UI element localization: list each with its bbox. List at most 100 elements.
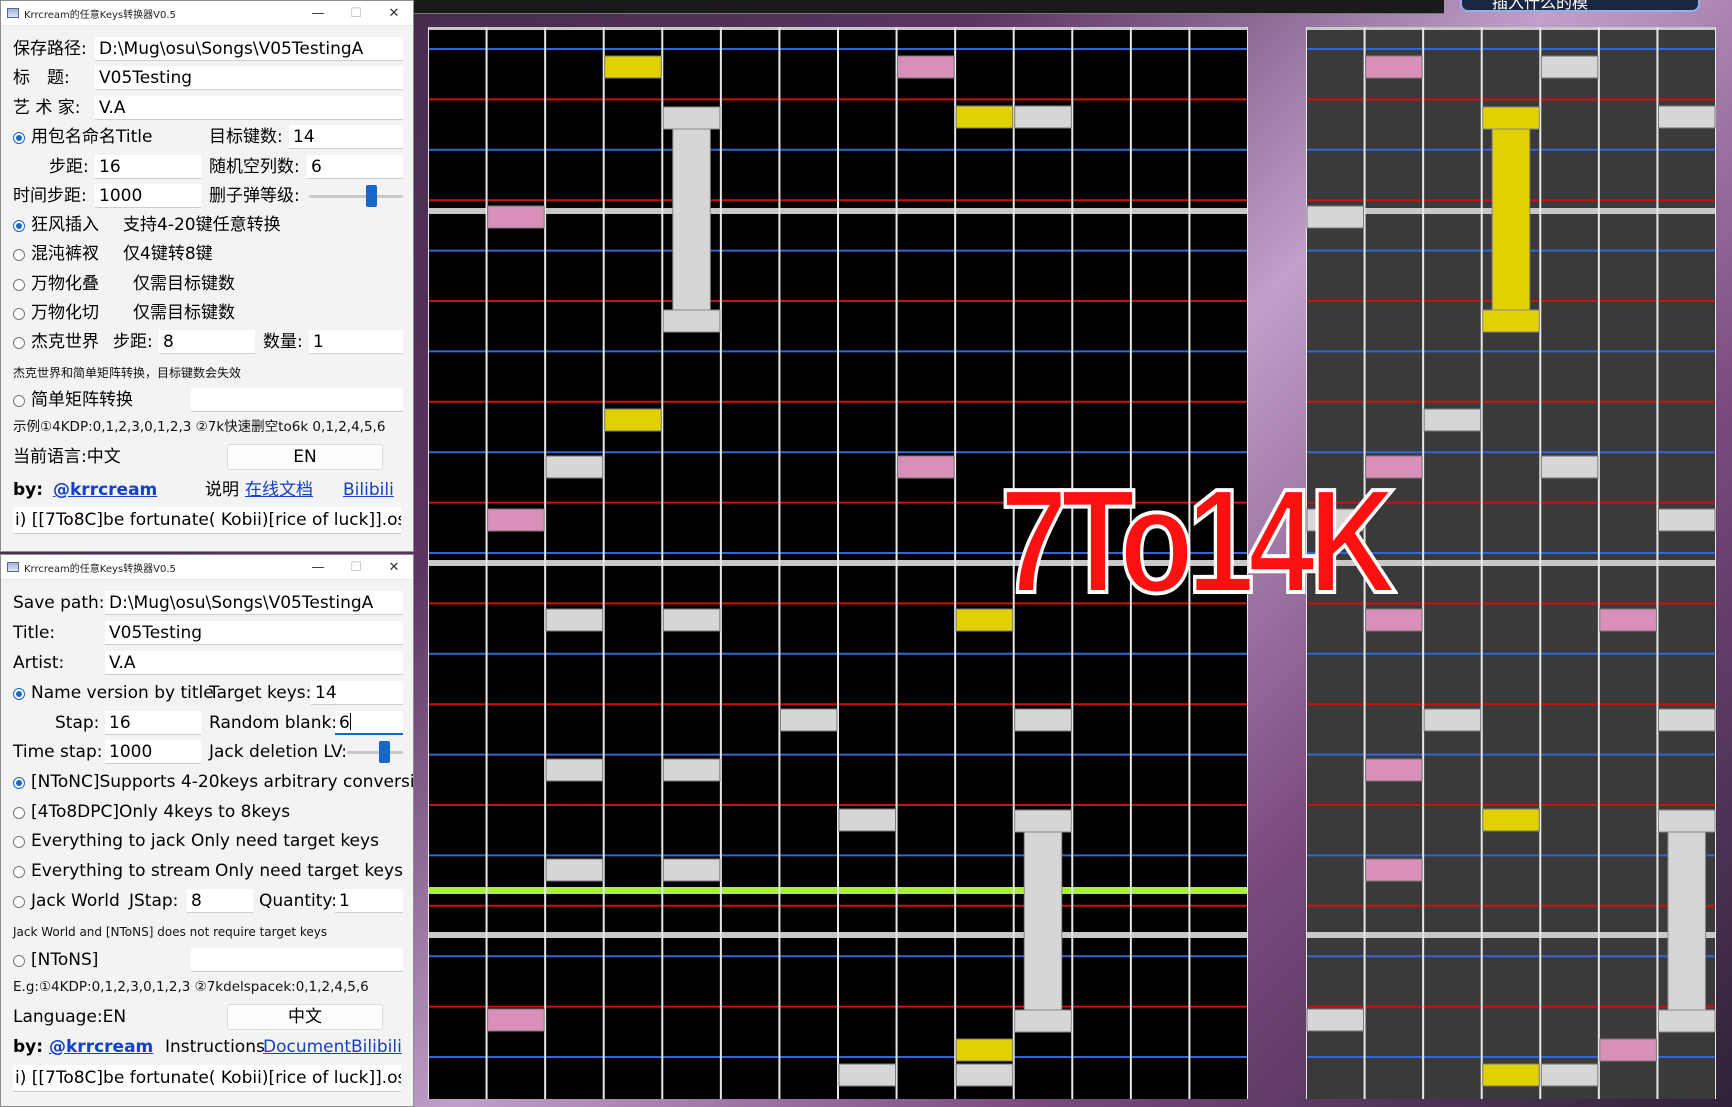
file-name-field[interactable]: i) [[7To8C]be fortunate( Kobii)[rice of … (13, 1065, 401, 1092)
slider-thumb[interactable] (366, 185, 378, 207)
titlebar[interactable]: Krrcream的任意Keys转换器V0.5 — ☐ ✕ (1, 555, 413, 580)
ntons-input[interactable] (191, 948, 403, 972)
by-label: by: (13, 1037, 44, 1057)
hold-note-head (1482, 106, 1540, 130)
step-input[interactable]: 16 (95, 155, 201, 179)
author-link[interactable]: @krrcream (53, 477, 157, 504)
jack-delete-slider[interactable] (309, 183, 403, 210)
file-name-field[interactable]: i) [[7To8C]be fortunate( Kobii)[rice of … (13, 507, 401, 534)
app-icon (7, 562, 19, 572)
note (1365, 758, 1423, 782)
note (1014, 105, 1072, 129)
jstep-label: 步距: (113, 332, 153, 352)
title-input[interactable]: V05Testing (105, 621, 403, 645)
bilibili-link[interactable]: Bilibili (343, 477, 394, 504)
minimize-button[interactable]: — (299, 560, 337, 575)
language-toggle-button[interactable]: EN (227, 444, 383, 470)
save-path-input[interactable]: D:\Mug\osu\Songs\V05TestingA (95, 37, 403, 61)
mode-stream-radio[interactable] (13, 866, 25, 878)
quantity-input[interactable]: 1 (335, 889, 403, 913)
minimize-button[interactable]: — (299, 6, 337, 21)
maximize-button[interactable]: ☐ (337, 6, 375, 21)
time-step-label: 时间步距: (13, 186, 87, 206)
note (1482, 1063, 1540, 1087)
step-label: 步距: (49, 157, 89, 177)
close-button[interactable]: ✕ (375, 6, 413, 21)
name-by-title-label: Name version by title (31, 683, 214, 703)
language-label: 当前语言:中文 (13, 447, 121, 467)
quantity-label: Quantity: (259, 891, 337, 911)
mode-jack-desc: Only need target keys (191, 831, 379, 851)
artist-input[interactable]: V.A (95, 96, 403, 120)
mode-4to8-radio[interactable] (13, 807, 25, 819)
note (1365, 858, 1423, 882)
random-blank-label: Random blank: (209, 713, 338, 733)
mode-stream-label: 万物化切 (31, 303, 99, 323)
target-keys-input[interactable]: 14 (289, 125, 403, 149)
maximize-button[interactable]: ☐ (337, 560, 375, 575)
jstep-input[interactable]: 8 (187, 889, 253, 913)
mode-ntonc-label: [NToNC]Supports 4-20keys arbitrary conve… (31, 772, 414, 792)
hold-note-body (1491, 116, 1531, 321)
note (604, 55, 662, 79)
jack-world-label: Jack World (31, 891, 120, 911)
jack-world-radio[interactable] (13, 896, 25, 908)
ntons-radio[interactable] (13, 395, 25, 407)
note (1423, 708, 1482, 732)
jack-delete-label: Jack deletion LV: (209, 742, 348, 762)
title-label: 标 题: (13, 68, 70, 88)
mode-jack-radio[interactable] (13, 836, 25, 848)
step-input[interactable]: 16 (105, 711, 201, 735)
hold-note-tail (1657, 1009, 1716, 1033)
doc-link[interactable]: Document (263, 1034, 351, 1061)
note (604, 408, 662, 432)
jack-world-radio[interactable] (13, 337, 25, 349)
jack-world-note: 杰克世界和简单矩阵转换，目标键数会失效 (13, 366, 242, 380)
measure-line (1306, 27, 1716, 30)
mode-jack-label: 万物化叠 (31, 274, 99, 294)
ntons-input[interactable] (191, 388, 403, 412)
artist-label: 艺 术 家: (13, 98, 81, 118)
mode-4to8-radio[interactable] (13, 249, 25, 261)
bilibili-link[interactable]: Bilibili (351, 1034, 402, 1061)
language-toggle-button[interactable]: 中文 (227, 1004, 383, 1030)
author-link[interactable]: @krrcream (49, 1034, 153, 1061)
mode-ntonc-radio[interactable] (13, 220, 25, 232)
target-keys-label: 目标键数: (209, 127, 283, 147)
artist-input[interactable]: V.A (105, 651, 403, 675)
converter-window-english: Krrcream的任意Keys转换器V0.5 — ☐ ✕ Save path: … (0, 554, 414, 1107)
note (1014, 708, 1072, 732)
mode-4to8-label: 混沌裤衩 (31, 244, 99, 264)
mode-stream-radio[interactable] (13, 308, 25, 320)
title-input[interactable]: V05Testing (95, 66, 403, 90)
random-blank-input[interactable]: 6 (335, 711, 403, 735)
ntons-radio[interactable] (13, 955, 25, 967)
mode-jack-radio[interactable] (13, 279, 25, 291)
measure-line (1306, 932, 1716, 938)
note (1657, 708, 1716, 732)
time-step-input[interactable]: 1000 (105, 740, 201, 764)
close-button[interactable]: ✕ (375, 560, 413, 575)
doc-link[interactable]: 在线文档 (245, 477, 313, 504)
quantity-input[interactable]: 1 (309, 330, 403, 354)
note (955, 105, 1014, 129)
save-path-input[interactable]: D:\Mug\osu\Songs\V05TestingA (105, 591, 403, 615)
random-blank-value: 6 (339, 713, 350, 733)
slider-track (347, 751, 403, 754)
note (897, 455, 955, 479)
name-by-title-radio[interactable] (13, 688, 25, 700)
slider-thumb[interactable] (378, 741, 390, 763)
target-keys-input[interactable]: 14 (311, 681, 403, 705)
random-blank-input[interactable]: 6 (307, 155, 403, 179)
titlebar[interactable]: Krrcream的任意Keys转换器V0.5 — ☐ ✕ (1, 1, 413, 26)
by-label: by: (13, 480, 44, 500)
mode-ntonc-radio[interactable] (13, 777, 25, 789)
note (1306, 1008, 1365, 1032)
jstep-input[interactable]: 8 (159, 330, 255, 354)
name-by-title-radio[interactable] (13, 132, 25, 144)
jack-world-label: 杰克世界 (31, 332, 99, 352)
target-keys-label: Target keys: (209, 683, 312, 703)
save-path-label: Save path: (13, 593, 105, 613)
jack-delete-slider[interactable] (347, 739, 403, 766)
time-step-input[interactable]: 1000 (95, 184, 201, 208)
